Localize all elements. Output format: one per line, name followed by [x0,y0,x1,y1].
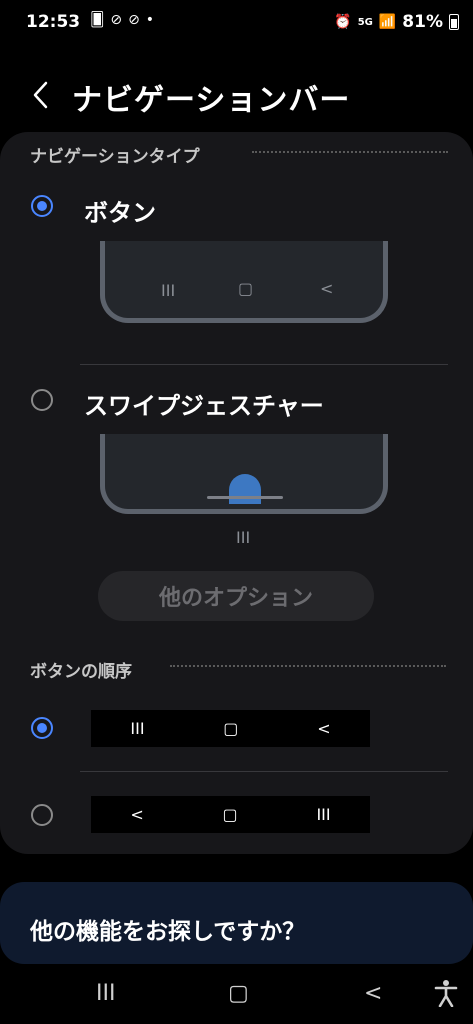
radio-swipe[interactable] [31,389,53,411]
dot-icon: • [145,12,155,28]
button-order-option-1[interactable]: III ▢ < [0,700,473,756]
divider [80,771,448,772]
radio-order-1[interactable] [31,717,53,739]
recent-apps-icon: III [130,719,145,738]
status-time: 12:53 [26,12,81,32]
blocked-icon: ⊘ [128,12,140,28]
back-icon: < [317,719,331,738]
section-divider [252,151,448,153]
recent-apps-icon: III [316,805,331,824]
order-preview-2: < ▢ III [91,796,370,833]
gesture-hint-icon: III [236,528,251,547]
swipe-gesture-icon [229,474,261,504]
button-order-section-label: ボタンの順序 [30,662,132,682]
chevron-left-icon [33,81,48,109]
home-icon: ▢ [222,805,238,824]
divider [80,364,448,365]
page-title: ナビゲーションバー [72,83,351,118]
back-nav-button[interactable]: < [364,981,382,1006]
system-icons: ⏰ 5G 📶 81% [334,12,459,32]
recent-apps-button[interactable]: III [96,981,115,1006]
back-button[interactable] [28,78,58,112]
signal-icon: 📶 [378,14,397,30]
nav-type-buttons-option[interactable]: ボタン III ▢ < [0,185,473,335]
button-order-option-2[interactable]: < ▢ III [0,786,473,842]
notification-icons: 🂠 ⊘ ⊘ • [90,12,154,28]
alarm-icon: ⏰ [334,14,352,30]
battery-percent: 81% [402,12,443,32]
nav-type-section-label: ナビゲーションタイプ [30,147,200,167]
accessibility-icon[interactable] [434,979,458,1013]
option-label: スワイプジェスチャー [84,392,324,420]
nav-type-swipe-option[interactable]: スワイプジェスチャー III [0,380,473,550]
home-button[interactable]: ▢ [228,981,249,1006]
home-icon: ▢ [223,719,239,738]
home-icon: ▢ [238,279,254,298]
back-icon: < [320,279,334,298]
gesture-bar [207,496,283,499]
system-navigation-bar: III ▢ < [0,975,473,1024]
battery-icon [449,14,459,30]
radio-order-2[interactable] [31,804,53,826]
more-features-text: 他の機能をお探しですか？ [30,919,306,945]
option-label: ボタン [84,199,156,227]
order-preview-1: III ▢ < [91,710,370,747]
more-options-button[interactable]: 他のオプション [98,571,374,621]
button-nav-preview: III ▢ < [100,241,388,323]
recent-apps-icon: III [161,281,176,300]
gesture-nav-preview [100,434,388,514]
back-icon: < [130,805,144,824]
blocked-icon: ⊘ [110,12,123,28]
section-divider [170,665,446,667]
network-type: 5G [357,16,373,28]
notification-icon: 🂠 [90,12,105,28]
status-bar: 12:53 🂠 ⊘ ⊘ • ⏰ 5G 📶 81% [0,0,473,44]
radio-buttons[interactable] [31,195,53,217]
